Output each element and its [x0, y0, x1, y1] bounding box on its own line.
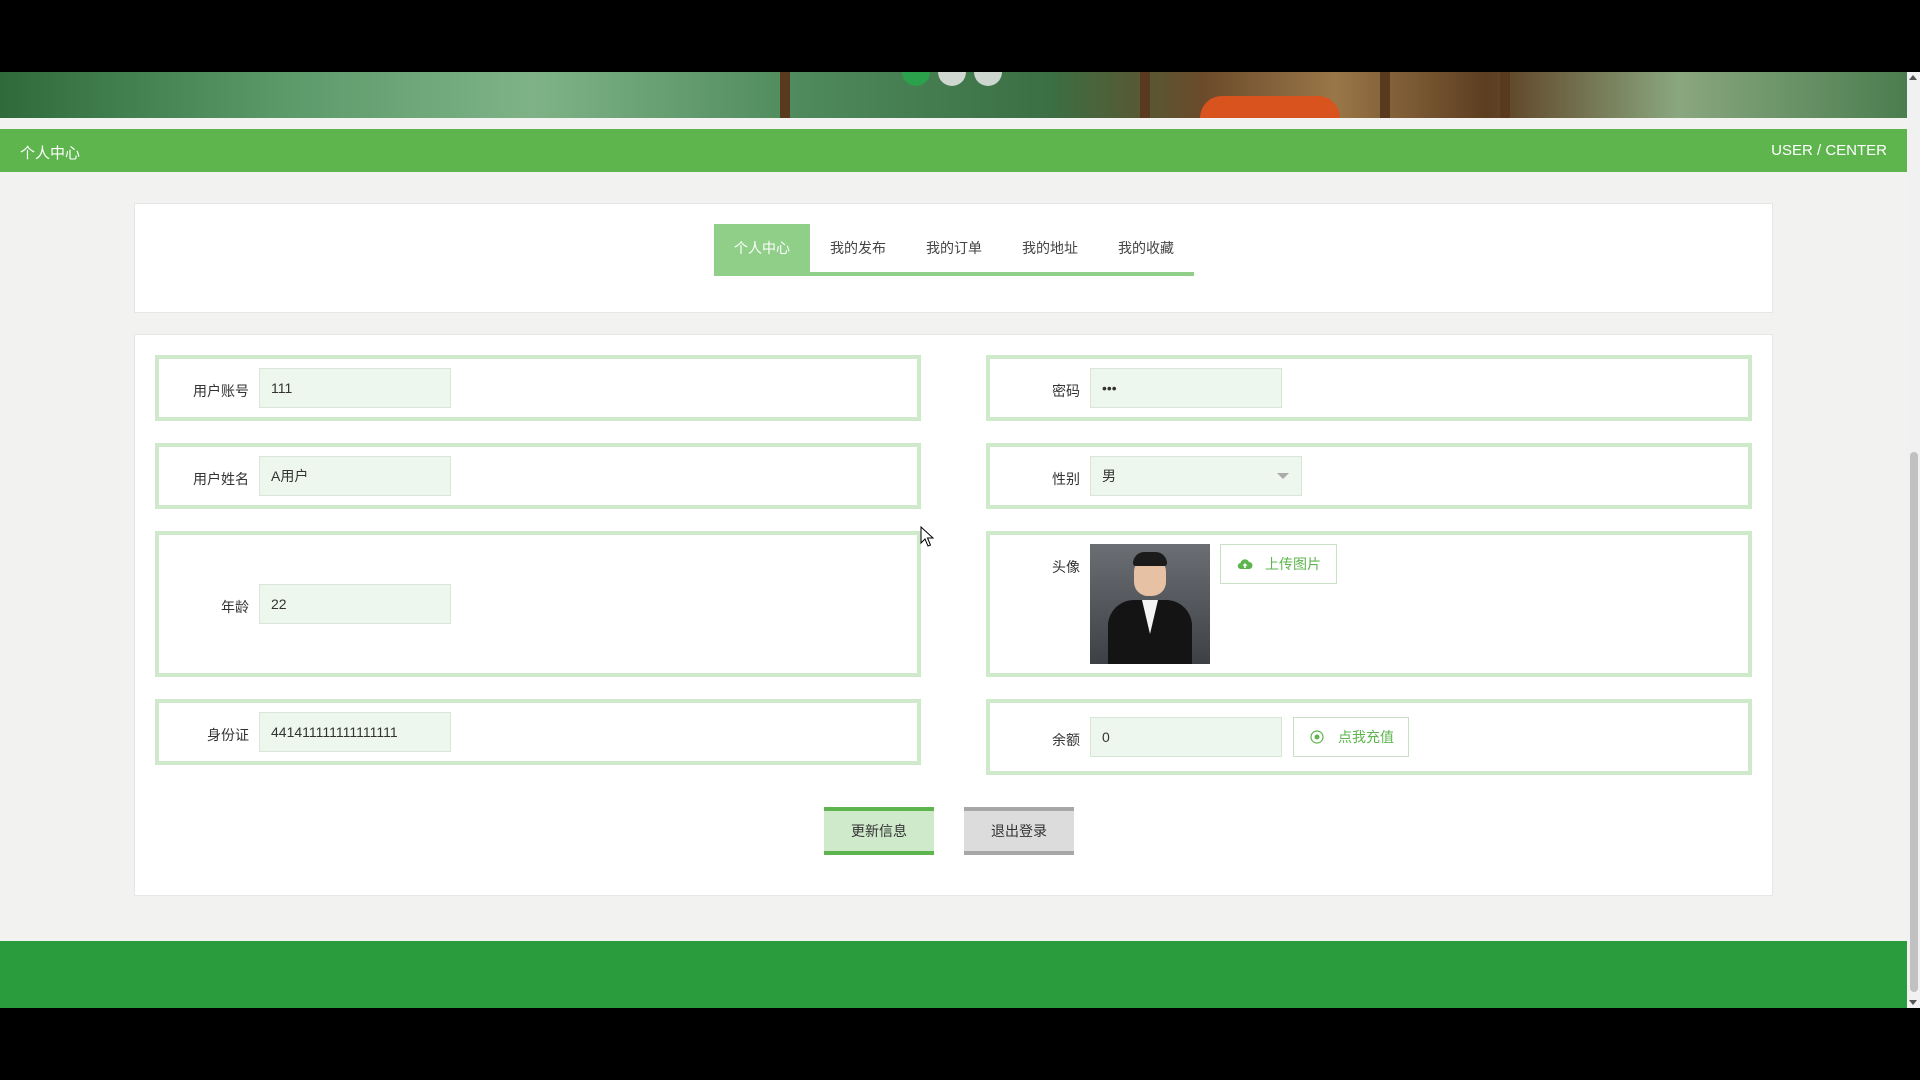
- id-card-field: 身份证 441411111111111111: [155, 699, 921, 765]
- banner-boat: [1200, 96, 1340, 118]
- page-footer: [0, 941, 1907, 1008]
- tab-my-favorites[interactable]: 我的收藏: [1098, 224, 1194, 272]
- browser-viewport: 个人中心 USER / CENTER 个人中心 我的发布 我的订单 我的地址 我…: [0, 72, 1920, 1008]
- age-label: 年龄: [221, 599, 249, 615]
- gender-select[interactable]: 男: [1090, 456, 1302, 496]
- name-field: 用户姓名 A用户: [155, 443, 921, 509]
- id-card-label: 身份证: [207, 727, 249, 743]
- password-field: 密码 •••: [986, 355, 1752, 421]
- balance-input[interactable]: 0: [1090, 717, 1282, 757]
- gender-field: 性别 男: [986, 443, 1752, 509]
- user-tabs: 个人中心 我的发布 我的订单 我的地址 我的收藏: [714, 224, 1194, 276]
- username-field: 用户账号 111: [155, 355, 921, 421]
- age-input[interactable]: 22: [259, 584, 451, 624]
- section-subtitle: USER / CENTER: [1771, 142, 1887, 159]
- name-label: 用户姓名: [193, 471, 249, 487]
- carousel-dots: [902, 72, 1002, 86]
- avatar-label: 头像: [1052, 559, 1080, 575]
- tabs-panel: 个人中心 我的发布 我的订单 我的地址 我的收藏: [134, 203, 1773, 313]
- name-input[interactable]: A用户: [259, 456, 451, 496]
- scroll-up-icon[interactable]: [1909, 75, 1917, 80]
- gender-select-value: 男: [1102, 468, 1116, 484]
- section-title: 个人中心: [20, 145, 81, 162]
- gender-label: 性别: [1052, 471, 1080, 487]
- balance-label: 余额: [1052, 732, 1080, 748]
- carousel-dot-3[interactable]: [974, 72, 1002, 86]
- banner-post: [780, 72, 790, 118]
- recharge-button[interactable]: 点我充值: [1293, 717, 1409, 757]
- avatar-field: 头像 上传图片: [986, 531, 1752, 677]
- tab-user-center[interactable]: 个人中心: [714, 224, 810, 272]
- page-scrollbar[interactable]: [1907, 72, 1920, 1008]
- chevron-down-icon: [1277, 473, 1289, 479]
- mouse-cursor-icon: [920, 526, 934, 547]
- password-input[interactable]: •••: [1090, 368, 1282, 408]
- avatar-image: [1090, 544, 1210, 664]
- password-label: 密码: [1052, 383, 1080, 399]
- carousel-banner: [0, 72, 1907, 118]
- tab-my-posts[interactable]: 我的发布: [810, 224, 906, 272]
- coin-icon: [1310, 730, 1324, 744]
- id-card-input[interactable]: 441411111111111111: [259, 712, 451, 752]
- scroll-down-icon[interactable]: [1909, 1000, 1917, 1005]
- upload-image-button[interactable]: 上传图片: [1220, 544, 1337, 584]
- upload-image-label: 上传图片: [1265, 556, 1321, 572]
- update-info-button[interactable]: 更新信息: [824, 807, 934, 855]
- carousel-dot-1[interactable]: [902, 72, 930, 86]
- banner-post: [1500, 72, 1510, 118]
- profile-form: 用户账号 111 密码 ••• 用户姓名 A用户 性别 男 年龄 22 头像 上…: [134, 334, 1773, 896]
- age-field: 年龄 22: [155, 531, 921, 677]
- username-input[interactable]: 111: [259, 368, 451, 408]
- tab-my-orders[interactable]: 我的订单: [906, 224, 1002, 272]
- logout-button[interactable]: 退出登录: [964, 807, 1074, 855]
- balance-field: 余额 0 点我充值: [986, 699, 1752, 775]
- section-title-bar: 个人中心 USER / CENTER: [0, 129, 1907, 172]
- banner-post: [1140, 72, 1150, 118]
- tab-my-address[interactable]: 我的地址: [1002, 224, 1098, 272]
- avatar-figure-hair: [1133, 552, 1167, 566]
- username-label: 用户账号: [193, 383, 249, 399]
- recharge-label: 点我充值: [1338, 729, 1394, 745]
- carousel-dot-2[interactable]: [938, 72, 966, 86]
- cloud-upload-icon: [1237, 559, 1253, 570]
- banner-post: [1380, 72, 1390, 118]
- scrollbar-thumb[interactable]: [1910, 452, 1918, 992]
